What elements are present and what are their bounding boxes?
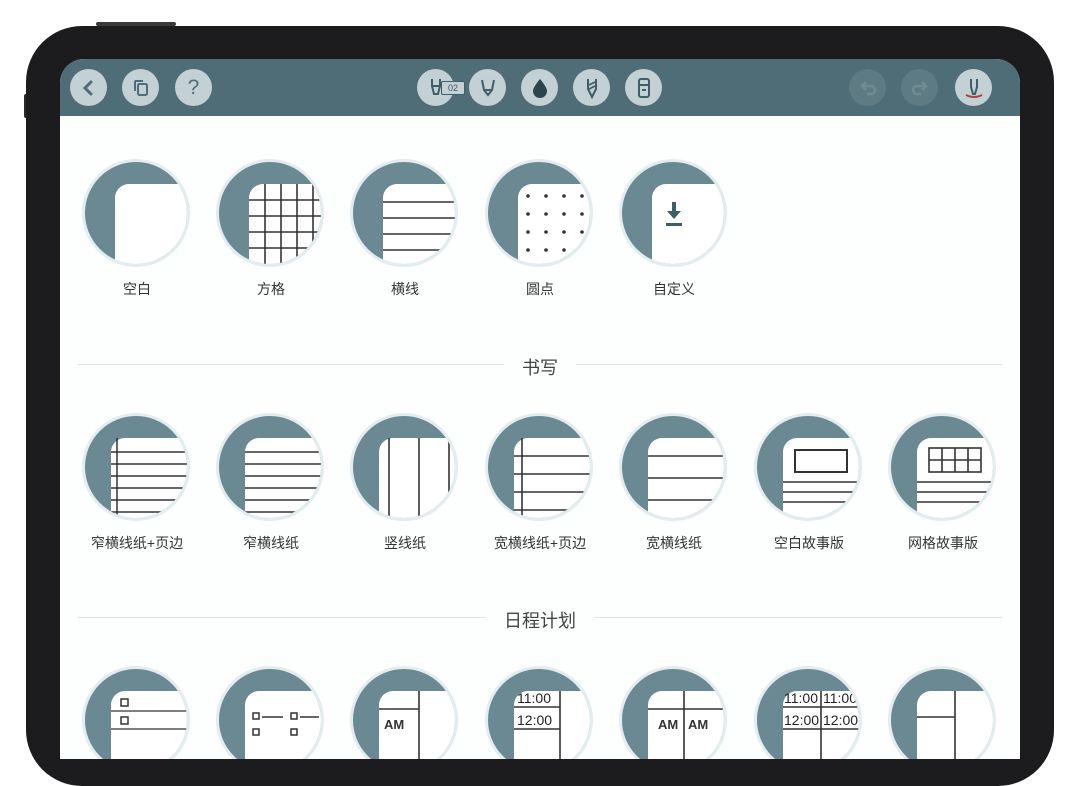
template-wide-ruled-margin[interactable]: 宽横线纸+页边	[465, 413, 595, 563]
template-label: 空白故事版	[774, 535, 844, 551]
template-thumbnail	[888, 666, 996, 759]
template-thumbnail	[888, 413, 996, 521]
template-grid[interactable]: 方格	[196, 159, 326, 309]
template-thumbnail: 11:00 12:00	[485, 666, 593, 759]
highlighter-tool[interactable]	[469, 69, 506, 106]
template-label: 竖线纸	[384, 535, 426, 551]
question-icon: ?	[187, 75, 200, 99]
pen-settings-icon	[965, 78, 982, 98]
ink-color-tool[interactable]	[521, 69, 558, 106]
chevron-left-icon	[82, 80, 92, 95]
template-label: 宽横线纸	[646, 535, 702, 551]
pencil-tool[interactable]	[573, 69, 610, 106]
template-thumbnail: AM AM	[619, 666, 727, 759]
template-narrow-ruled-margin[interactable]: 窄横线纸+页边	[62, 413, 192, 563]
template-thumbnail: 11:00 11:00 12:00 12:00	[754, 666, 862, 759]
time-label: 12:00	[823, 712, 858, 728]
eraser-icon	[637, 77, 650, 98]
top-toolbar: ? 02	[60, 59, 1020, 116]
template-thumbnail	[82, 666, 190, 759]
section-title: 书写	[504, 354, 576, 380]
time-label: 11:00	[517, 690, 551, 706]
template-thumbnail	[619, 159, 727, 267]
template-label: 圆点	[526, 281, 554, 297]
template-thumbnail	[350, 159, 458, 267]
back-button[interactable]	[70, 69, 107, 106]
time-label: 12:00	[517, 712, 552, 728]
template-label: 宽横线纸+页边	[493, 535, 587, 551]
template-picker: 空白 方格 横线 圆点 自定义 书写 窄横线纸+页边 窄横线纸 竖线纸 宽横线纸…	[60, 116, 1020, 759]
template-dotted[interactable]: 圆点	[465, 159, 595, 309]
time-label: 11:00	[784, 690, 818, 706]
template-grid-storyboard[interactable]: 网格故事版	[868, 413, 998, 563]
template-vertical-lines[interactable]: 竖线纸	[330, 413, 460, 563]
template-thumbnail	[485, 159, 593, 267]
ink-drop-icon	[532, 78, 547, 98]
duplicate-button[interactable]	[122, 69, 159, 106]
template-thumbnail: AM	[350, 666, 458, 759]
section-divider-writing: 书写	[78, 354, 1002, 380]
section-title: 日程计划	[486, 607, 594, 633]
template-planner-am[interactable]: AM	[330, 666, 460, 759]
template-planner-todo[interactable]	[196, 666, 326, 759]
template-blank-storyboard[interactable]: 空白故事版	[734, 413, 864, 563]
redo-icon	[911, 80, 928, 95]
template-label: 网格故事版	[908, 535, 978, 551]
copy-icon	[133, 79, 148, 96]
time-label: 12:00	[784, 712, 819, 728]
template-narrow-ruled[interactable]: 窄横线纸	[196, 413, 326, 563]
section-divider-planner: 日程计划	[78, 607, 1002, 633]
undo-button[interactable]	[849, 69, 886, 106]
template-label: 自定义	[653, 281, 695, 297]
pencil-icon	[586, 78, 597, 99]
template-planner-columns[interactable]	[868, 666, 998, 759]
template-thumbnail	[619, 413, 727, 521]
template-thumbnail	[350, 413, 458, 521]
template-thumbnail	[82, 413, 190, 521]
template-thumbnail	[754, 413, 862, 521]
eraser-tool[interactable]	[625, 69, 662, 106]
pen-settings-button[interactable]	[955, 69, 992, 106]
template-thumbnail	[82, 159, 190, 267]
help-button[interactable]: ?	[175, 69, 212, 106]
template-label: 窄横线纸+页边	[90, 535, 184, 551]
highlighter-icon	[480, 79, 495, 97]
template-custom[interactable]: 自定义	[599, 159, 729, 309]
template-planner-checklist[interactable]	[62, 666, 192, 759]
template-lined[interactable]: 横线	[330, 159, 460, 309]
template-planner-am-two-col[interactable]: AM AM	[599, 666, 729, 759]
pen-size-badge: 02	[441, 81, 465, 95]
template-thumbnail	[216, 666, 324, 759]
undo-icon	[859, 80, 876, 95]
redo-button[interactable]	[901, 69, 938, 106]
app-screen: ? 02 空白 方格 横线 圆点 自定义 书写 窄横线纸+页边 窄横线纸 竖线纸…	[60, 59, 1020, 759]
template-blank[interactable]: 空白	[62, 159, 192, 309]
time-label: 11:00	[823, 690, 857, 706]
template-label: 横线	[391, 281, 419, 297]
template-thumbnail	[216, 413, 324, 521]
template-label: 空白	[123, 281, 151, 297]
template-label: 方格	[257, 281, 285, 297]
template-planner-hourly[interactable]: 11:00 12:00	[465, 666, 595, 759]
template-planner-hourly-two-col[interactable]: 11:00 11:00 12:00 12:00	[734, 666, 864, 759]
template-thumbnail	[216, 159, 324, 267]
template-wide-ruled[interactable]: 宽横线纸	[599, 413, 729, 563]
template-label: 窄横线纸	[243, 535, 299, 551]
template-thumbnail	[485, 413, 593, 521]
